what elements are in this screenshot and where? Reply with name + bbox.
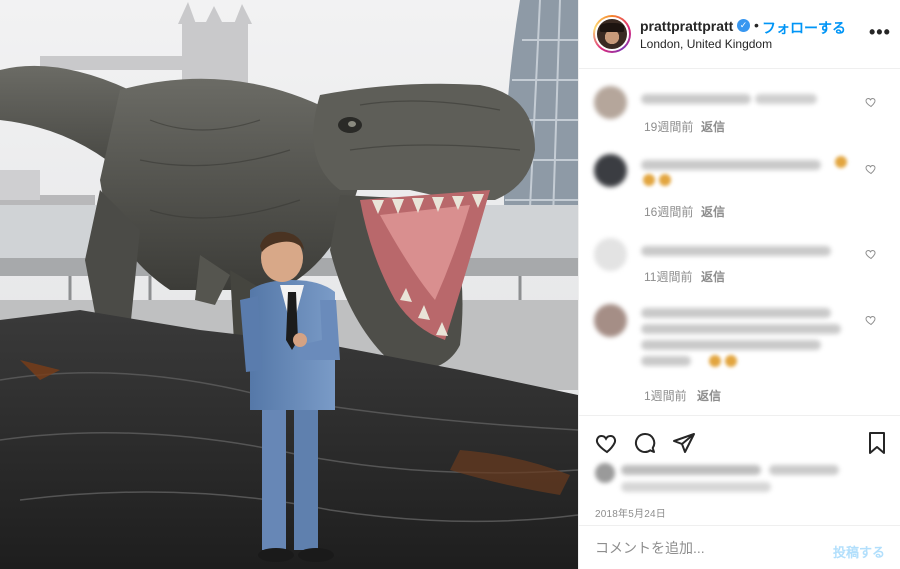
heart-outline-icon[interactable] xyxy=(865,248,877,260)
emoji-icon xyxy=(835,156,847,168)
post-comment-button[interactable]: 投稿する xyxy=(833,542,885,561)
story-ring[interactable] xyxy=(593,15,631,53)
comment-text-blurred xyxy=(755,94,817,104)
emoji-icon xyxy=(643,174,655,186)
heart-outline-icon[interactable] xyxy=(595,431,619,455)
emoji-icon xyxy=(659,174,671,186)
reply-button[interactable]: 返信 xyxy=(701,118,725,135)
verified-check-icon: ✓ xyxy=(737,19,750,32)
comment-text-blurred xyxy=(641,340,821,350)
avatar-hat xyxy=(600,23,624,32)
post-date: 2018年5月24日 xyxy=(595,509,666,520)
location-link[interactable]: London, United Kingdom xyxy=(640,37,772,51)
heart-outline-icon[interactable] xyxy=(865,314,877,326)
comment-time: 19週間前 xyxy=(644,120,694,134)
reply-button[interactable]: 返信 xyxy=(697,387,721,404)
post-image[interactable] xyxy=(0,0,578,569)
likes-text-blurred xyxy=(769,465,839,475)
username[interactable]: prattprattpratt xyxy=(640,18,733,34)
comment-text-blurred xyxy=(641,324,841,334)
avatar[interactable] xyxy=(595,17,629,51)
comment-text-blurred xyxy=(641,160,821,170)
reply-button[interactable]: 返信 xyxy=(701,268,725,285)
comment-avatar[interactable] xyxy=(594,86,627,119)
comment-text-blurred xyxy=(641,246,831,256)
emoji-icon xyxy=(725,355,737,367)
comment-username-blurred xyxy=(641,94,751,104)
comment-text-blurred xyxy=(641,308,831,318)
comment-time: 1週間前 xyxy=(644,389,687,403)
separator-dot: • xyxy=(754,17,759,33)
comment-avatar[interactable] xyxy=(594,238,627,271)
heart-outline-icon[interactable] xyxy=(865,163,877,175)
comment-avatar[interactable] xyxy=(594,154,627,187)
comment-time: 11週間前 xyxy=(644,270,693,284)
post-actions: 2018年5月24日 xyxy=(579,415,900,525)
paper-plane-icon[interactable] xyxy=(672,431,696,455)
post-header: prattprattpratt ✓ • フォローする London, Unite… xyxy=(579,0,900,69)
bookmark-icon[interactable] xyxy=(865,431,889,455)
comments-list[interactable]: 19週間前 返信 16週間前 返信 11週間前 返信 1週間前 返信 xyxy=(579,70,900,415)
comment-time: 16週間前 xyxy=(644,205,694,219)
likes-text-blurred xyxy=(621,482,771,492)
comment-bubble-icon[interactable] xyxy=(633,431,657,455)
heart-outline-icon[interactable] xyxy=(865,96,877,108)
emoji-icon xyxy=(709,355,721,367)
left-buildings xyxy=(0,170,40,200)
comment-input[interactable] xyxy=(595,536,825,560)
reply-button[interactable]: 返信 xyxy=(701,203,725,220)
ellipsis-icon[interactable]: ••• xyxy=(869,22,891,43)
post-side-panel: prattprattpratt ✓ • フォローする London, Unite… xyxy=(578,0,900,569)
follow-button[interactable]: フォローする xyxy=(762,18,846,38)
add-comment-bar: 投稿する xyxy=(579,525,900,569)
comment-avatar[interactable] xyxy=(594,304,627,337)
comment-text-blurred xyxy=(641,356,691,366)
post-photo-illustration xyxy=(0,0,578,569)
likes-text-blurred xyxy=(621,465,761,475)
liker-avatar[interactable] xyxy=(595,463,615,483)
